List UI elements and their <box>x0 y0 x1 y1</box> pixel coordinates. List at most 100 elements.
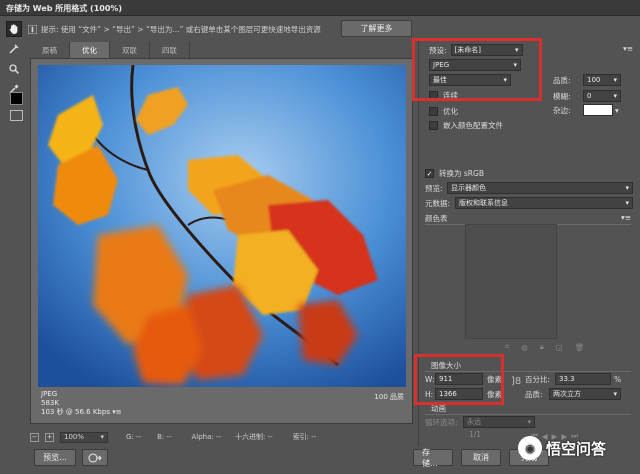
convert-srgb-label: 转换为 sRGB <box>439 169 484 178</box>
shift-web-palette-icon[interactable]: ◍ <box>521 343 528 352</box>
zoom-tool-icon[interactable] <box>6 61 22 77</box>
autumn-leaves-photo <box>38 65 406 387</box>
chevron-down-icon: ▾ <box>613 92 617 100</box>
percent-row: 百分比: 33.3 % <box>525 373 621 385</box>
zoom-in-button[interactable]: + <box>45 432 54 442</box>
index-readout: 索引: -- <box>292 433 317 441</box>
watermark-text: 悟空问答 <box>546 439 607 458</box>
slice-select-tool-icon[interactable] <box>6 41 22 57</box>
color-table-menu-icon[interactable]: ▾≡ <box>621 213 631 222</box>
lock-color-icon[interactable]: 🔒︎ <box>540 342 544 352</box>
tip-text: 提示: 使用 “文件” > “导出” > “导出为...” 或右键单击某个图层可… <box>41 24 321 34</box>
quality-label: 品质: <box>553 75 571 85</box>
window-title: 存储为 Web 所用格式 (100%) <box>0 0 640 16</box>
tab-4-up[interactable]: 四联 <box>150 42 190 58</box>
convert-srgb-row: ✓ 转换为 sRGB <box>425 168 484 179</box>
blur-input[interactable]: 0 ▾ <box>583 90 621 102</box>
blur-row: 模糊: 0 ▾ <box>553 90 621 102</box>
status-bar: − + 100% ▾ G: -- B: -- Alpha: -- 十六进制: --… <box>30 430 413 444</box>
chevron-down-icon: ▾ <box>613 390 617 398</box>
quality-input[interactable]: 100 ▾ <box>583 74 621 86</box>
color-table-area[interactable] <box>465 224 557 339</box>
learn-more-button[interactable]: 了解更多 <box>341 20 412 37</box>
map-transparency-icon[interactable]: ⌗ <box>505 342 509 352</box>
animation-title: 动画 <box>431 404 446 413</box>
blur-label: 模糊: <box>553 91 571 101</box>
color-table-toolbar: ⌗ ◍ 🔒︎ ◲ 🗑︎ <box>505 342 584 352</box>
optimized-row: 优化 <box>429 106 458 117</box>
eyedropper-color-swatch[interactable] <box>10 92 23 105</box>
chevron-down-icon: ▾ <box>625 199 629 207</box>
chevron-down-icon: ▾ <box>613 76 617 84</box>
zoom-value: 100% <box>64 433 85 441</box>
highlight-box-image-size <box>414 354 504 405</box>
toggle-slices-icon[interactable] <box>10 110 23 121</box>
download-speed: 103 秒 @ 56.6 Kbps <box>41 408 110 416</box>
delete-color-icon[interactable]: 🗑︎ <box>575 343 585 352</box>
loop-select[interactable]: 永远 ▾ <box>463 416 535 428</box>
preview-color-row: 预览: 显示器颜色 ▾ <box>425 182 633 194</box>
hand-tool-icon[interactable] <box>6 21 22 37</box>
loop-label: 循环选项: <box>425 417 458 427</box>
loop-row: 循环选项: 永远 ▾ <box>425 416 535 428</box>
preview-button[interactable]: 预览... <box>34 449 76 466</box>
percent-input[interactable]: 33.3 <box>555 373 611 385</box>
link-dimensions-icon[interactable]: ]8 <box>511 376 521 387</box>
frame-counter: 1/1 <box>469 430 482 439</box>
save-button[interactable]: 存储... <box>413 448 453 468</box>
g-readout: G: -- <box>126 433 142 441</box>
new-color-icon[interactable]: ◲ <box>556 343 563 352</box>
info-icon <box>28 24 37 34</box>
cancel-button[interactable]: 取消 <box>461 449 501 466</box>
tab-original[interactable]: 原稿 <box>30 42 70 58</box>
embed-profile-checkbox[interactable] <box>429 121 438 130</box>
color-table-title: 颜色表 <box>425 214 448 223</box>
chevron-down-icon: ▾ <box>527 418 531 426</box>
b-readout: B: -- <box>157 433 172 441</box>
convert-srgb-checkbox[interactable]: ✓ <box>425 169 434 178</box>
optimized-label: 优化 <box>443 107 458 116</box>
optimized-checkbox[interactable] <box>429 107 438 116</box>
matte-label: 杂边: <box>553 105 571 115</box>
preview-color-label: 预览: <box>425 183 443 193</box>
download-time-readout: 103 秒 @ 56.6 Kbps ▾≡ <box>41 408 122 417</box>
chevron-down-icon: ▾ <box>625 184 629 192</box>
resample-select[interactable]: 两次立方 ▾ <box>549 388 621 400</box>
metadata-select[interactable]: 版权和联系信息 ▾ <box>455 197 633 209</box>
embed-profile-row: 嵌入颜色配置文件 <box>429 120 503 131</box>
matte-color-swatch[interactable] <box>583 104 613 116</box>
watermark: ◉ 悟空问答 <box>518 436 606 460</box>
alpha-readout: Alpha: -- <box>191 433 222 441</box>
metadata-label: 元数据: <box>425 198 451 208</box>
quality-readout: 100 品质 <box>374 393 404 401</box>
chevron-down-icon: ▾ <box>100 433 104 441</box>
metadata-value: 版权和联系信息 <box>459 199 508 207</box>
highlight-box-format <box>412 38 542 101</box>
hex-readout: 十六进制: -- <box>235 433 273 441</box>
matte-row: 杂边: ▾ <box>553 104 619 116</box>
zoom-select[interactable]: 100% ▾ <box>60 431 108 443</box>
tab-optimized[interactable]: 优化 <box>70 42 110 58</box>
optimization-info: JPEG 583K 103 秒 @ 56.6 Kbps ▾≡ <box>41 390 122 417</box>
preview-color-value: 显示器颜色 <box>451 184 486 192</box>
browser-icon <box>88 453 102 462</box>
tab-2-up[interactable]: 双联 <box>110 42 150 58</box>
browser-preview-button[interactable] <box>82 449 108 466</box>
percent-unit: % <box>614 374 622 384</box>
zoom-out-button[interactable]: − <box>30 432 39 442</box>
metadata-row: 元数据: 版权和联系信息 ▾ <box>425 197 633 209</box>
format-readout: JPEG <box>41 390 58 398</box>
bottom-left-controls: 预览... <box>34 449 108 466</box>
embed-profile-label: 嵌入颜色配置文件 <box>443 121 503 130</box>
percent-value: 33.3 <box>559 375 575 383</box>
preview-canvas[interactable]: JPEG 583K 103 秒 @ 56.6 Kbps ▾≡ 100 品质 <box>30 58 413 424</box>
loop-value: 永远 <box>467 418 481 426</box>
panel-menu-icon[interactable]: ▾≡ <box>609 44 633 53</box>
percent-label: 百分比: <box>525 374 551 384</box>
preview-color-select[interactable]: 显示器颜色 ▾ <box>447 182 633 194</box>
blur-value: 0 <box>587 92 592 100</box>
speed-menu-icon[interactable]: ▾≡ <box>112 408 121 416</box>
view-tabs: 原稿 优化 双联 四联 <box>30 42 190 58</box>
quality-row: 品质: 100 ▾ <box>553 74 621 86</box>
chevron-down-icon[interactable]: ▾ <box>615 106 619 115</box>
